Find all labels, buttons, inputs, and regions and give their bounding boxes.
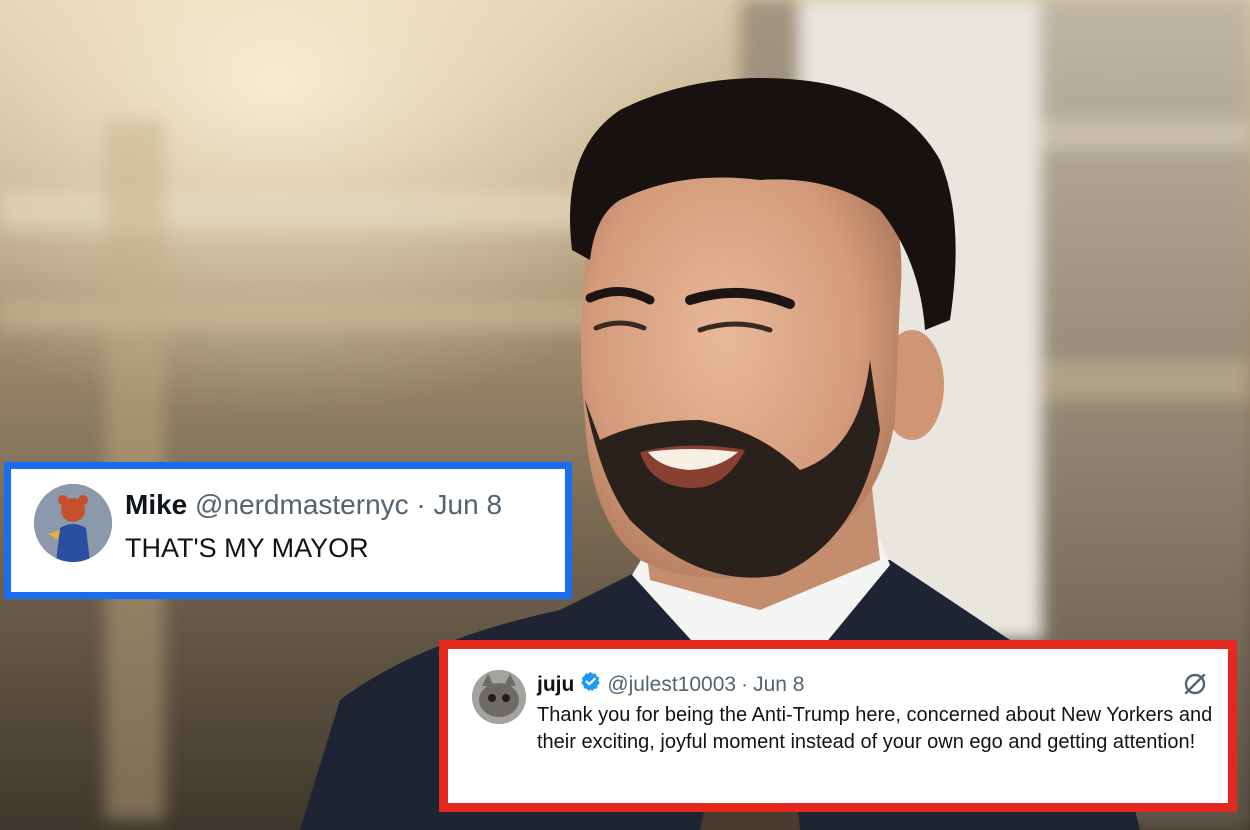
verified-badge-icon <box>580 671 601 698</box>
user-handle[interactable]: @nerdmasternyc <box>195 489 409 520</box>
grok-icon[interactable] <box>1182 671 1208 702</box>
tweet-text: Thank you for being the Anti-Trump here,… <box>537 704 1213 753</box>
tweet-header: juju @julest10003 · Jun 8 <box>537 671 804 698</box>
cat-avatar[interactable] <box>472 670 526 724</box>
user-display-name[interactable]: juju <box>537 673 574 697</box>
tweet-header: Mike @nerdmasternyc · Jun 8 <box>125 489 502 521</box>
cartoon-character-avatar[interactable] <box>34 484 112 562</box>
tweet-card-juju[interactable]: juju @julest10003 · Jun 8 Thank you for … <box>439 640 1237 812</box>
tweet-date[interactable]: Jun 8 <box>753 673 804 697</box>
header-separator: · <box>416 489 426 520</box>
tweet-card-mike[interactable]: Mike @nerdmasternyc · Jun 8 THAT'S MY MA… <box>4 462 572 599</box>
header-separator: · <box>741 672 749 696</box>
tweet-text: THAT'S MY MAYOR <box>125 533 369 563</box>
user-display-name[interactable]: Mike <box>125 489 187 520</box>
user-handle[interactable]: @julest10003 <box>607 673 736 697</box>
tweet-date[interactable]: Jun 8 <box>434 489 503 520</box>
